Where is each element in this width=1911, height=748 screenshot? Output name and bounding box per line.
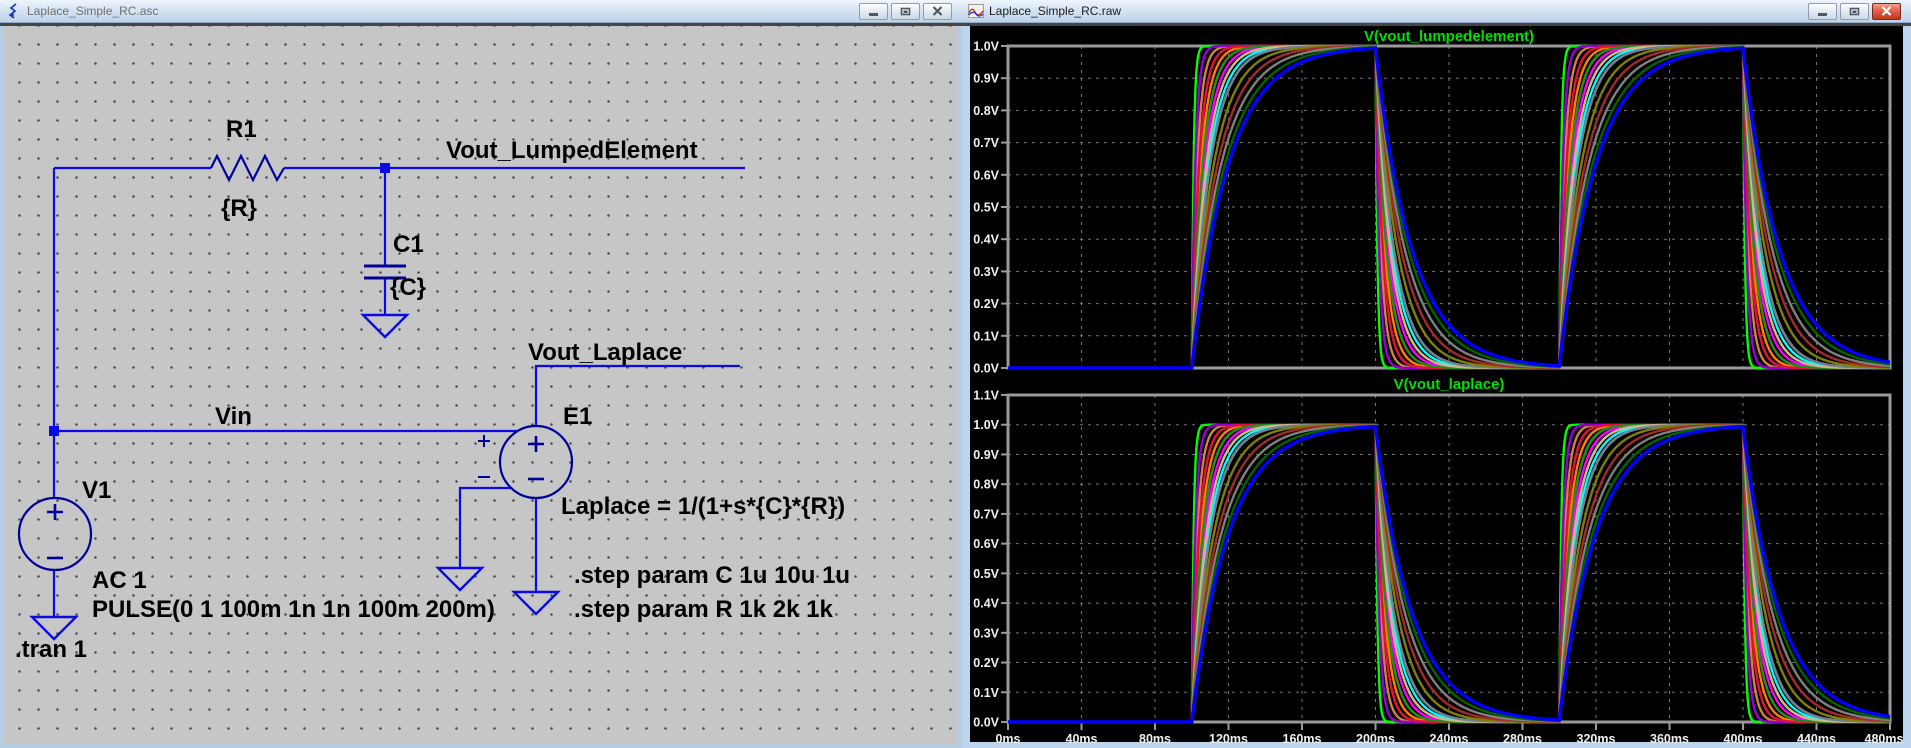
y-axis-tick-label: 0.6V	[973, 537, 999, 551]
y-axis-tick-label: 0.2V	[973, 297, 999, 311]
capacitor-value-label[interactable]: {C}	[390, 274, 426, 301]
e-source-laplace-expression[interactable]: Laplace = 1/(1+s*{C}*{R})	[561, 493, 845, 520]
y-axis-tick-label: 0.2V	[973, 656, 999, 670]
resistor-ref-label[interactable]: R1	[226, 116, 257, 143]
waveform-titlebar[interactable]: Laplace_Simple_RC.raw	[962, 0, 1911, 23]
x-axis-tick-label: 200ms	[1356, 732, 1395, 746]
directive-tran[interactable]: .tran 1	[15, 636, 87, 663]
y-axis-tick-label: 0.1V	[973, 329, 999, 343]
net-label-vin[interactable]: Vin	[215, 403, 252, 430]
restore-button[interactable]	[1840, 3, 1869, 20]
x-axis-tick-label: 160ms	[1283, 732, 1322, 746]
y-axis-tick-label: 1.0V	[973, 40, 999, 54]
e-source-ref-label[interactable]: E1	[563, 403, 592, 430]
y-axis-tick-label: 0.4V	[973, 233, 999, 247]
minimize-button[interactable]	[1808, 3, 1837, 20]
x-axis-tick-label: 120ms	[1209, 732, 1248, 746]
y-axis-tick-label: 0.0V	[973, 362, 999, 376]
bottom-pane-title[interactable]: V(vout_laplace)	[1394, 376, 1505, 393]
ltspice-schematic-icon	[6, 3, 22, 19]
y-axis-tick-label: 0.3V	[973, 626, 999, 640]
y-axis-tick-label: 0.5V	[973, 567, 999, 581]
waveform-window: V(vout_lumpedelement) V(vout_laplace) 1.…	[962, 0, 1911, 748]
net-label-vout-laplace[interactable]: Vout_Laplace	[528, 339, 682, 366]
wire-junctions	[49, 163, 390, 436]
x-axis-tick-label: 320ms	[1577, 732, 1616, 746]
resistor-value-label[interactable]: {R}	[221, 195, 257, 222]
x-axis-tick-label: 280ms	[1503, 732, 1542, 746]
y-axis-tick-label: 0.8V	[973, 104, 999, 118]
schematic-window: R1 {R} C1 {C} Vout_LumpedElement Vin Vou…	[0, 0, 962, 748]
x-axis-tick-label: 240ms	[1430, 732, 1469, 746]
source-ac-text[interactable]: AC 1	[92, 567, 147, 594]
waveform-window-title: Laplace_Simple_RC.raw	[989, 4, 1121, 18]
y-axis-tick-label: 0.3V	[973, 265, 999, 279]
x-axis-tick-label: 400ms	[1724, 732, 1763, 746]
ltspice-waveform-icon	[968, 3, 984, 19]
voltage-source-symbol[interactable]	[19, 498, 91, 570]
schematic-window-title: Laplace_Simple_RC.asc	[27, 4, 158, 18]
restore-button[interactable]	[891, 3, 920, 20]
close-button[interactable]	[1872, 3, 1901, 20]
y-axis-tick-label: 0.9V	[973, 448, 999, 462]
directive-step-r[interactable]: .step param R 1k 2k 1k	[574, 596, 833, 623]
close-button[interactable]	[923, 3, 952, 20]
net-label-vout-lumped[interactable]: Vout_LumpedElement	[446, 137, 698, 164]
capacitor-ref-label[interactable]: C1	[393, 231, 424, 258]
top-pane-title[interactable]: V(vout_lumpedelement)	[1364, 28, 1534, 45]
voltage-source-ref-label[interactable]: V1	[82, 477, 111, 504]
y-axis-tick-label: 0.7V	[973, 507, 999, 521]
x-axis-tick-label: 80ms	[1139, 732, 1171, 746]
schematic-titlebar[interactable]: Laplace_Simple_RC.asc	[0, 0, 962, 23]
waveform-plot[interactable]: V(vout_lumpedelement) V(vout_laplace) 1.…	[962, 0, 1911, 748]
y-axis-tick-label: 0.8V	[973, 478, 999, 492]
y-axis-tick-label: 0.6V	[973, 168, 999, 182]
x-axis-tick-label: 480ms	[1865, 732, 1904, 746]
y-axis-tick-label: 0.9V	[973, 72, 999, 86]
x-axis-tick-label: 0ms	[995, 732, 1020, 746]
ltspice-app: R1 {R} C1 {C} Vout_LumpedElement Vin Vou…	[0, 0, 1911, 748]
directive-step-c[interactable]: .step param C 1u 10u 1u	[574, 562, 850, 589]
resistor-symbol[interactable]	[211, 156, 284, 180]
y-axis-tick-label: 0.1V	[973, 686, 999, 700]
schematic-drawing: R1 {R} C1 {C} Vout_LumpedElement Vin Vou…	[0, 0, 962, 748]
x-axis-tick-label: 40ms	[1066, 732, 1098, 746]
y-axis-tick-label: 0.7V	[973, 136, 999, 150]
y-axis-tick-label: 1.1V	[973, 389, 999, 403]
x-axis-tick-label: 440ms	[1797, 732, 1836, 746]
y-axis-tick-label: 1.0V	[973, 418, 999, 432]
y-axis-tick-label: 0.4V	[973, 597, 999, 611]
y-axis-tick-label: 0.5V	[973, 201, 999, 215]
minimize-button[interactable]	[859, 3, 888, 20]
x-axis-tick-label: 360ms	[1650, 732, 1689, 746]
source-pulse-text[interactable]: PULSE(0 1 100m 1n 1n 100m 200m)	[92, 596, 495, 623]
y-axis-tick-label: 0.0V	[973, 716, 999, 730]
